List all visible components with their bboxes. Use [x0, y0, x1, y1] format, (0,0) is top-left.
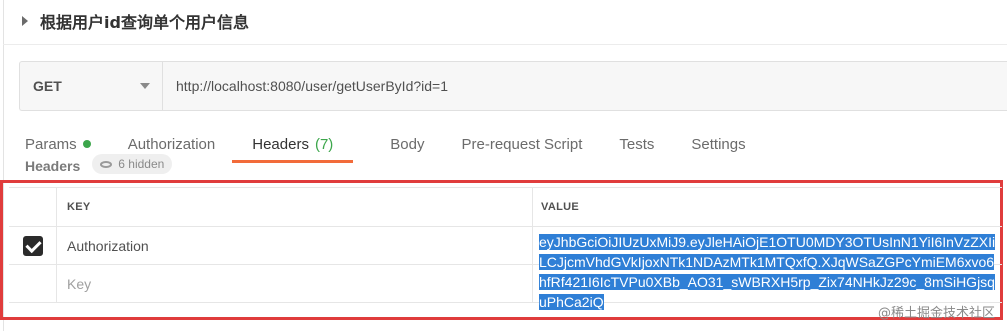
new-key-input[interactable]: Key [57, 265, 533, 302]
tab-tests[interactable]: Tests [619, 130, 654, 158]
checkbox-column-header [9, 188, 57, 226]
header-value-editor[interactable]: eyJhbGciOiJIUzUxMiJ9.eyJleHAiOjE1OTU0MDY… [531, 232, 999, 312]
url-input[interactable] [163, 62, 1007, 110]
headers-count-badge: (7) [314, 135, 334, 153]
new-row-checkbox-cell [9, 265, 57, 302]
request-title[interactable]: 根据用户id查询单个用户信息 [22, 8, 249, 34]
authorization-token-value: eyJhbGciOiJIUzUxMiJ9.eyJleHAiOjE1OTU0MDY… [539, 234, 996, 310]
params-status-dot [82, 140, 91, 148]
value-column-header: VALUE [541, 201, 579, 213]
row-checkbox-cell [9, 227, 57, 264]
request-title-text: 根据用户id查询单个用户信息 [40, 13, 249, 32]
tab-settings[interactable]: Settings [691, 130, 745, 158]
eye-icon [100, 160, 113, 168]
headers-subheader-title: Headers [25, 158, 81, 174]
headers-subheader: Headers 6 hidden [25, 154, 173, 174]
tab-body[interactable]: Body [390, 130, 424, 158]
key-column-header: KEY [57, 188, 533, 226]
expand-caret-icon[interactable] [22, 16, 28, 26]
method-select[interactable]: GET [20, 62, 163, 110]
watermark: @稀土掘金技术社区 [877, 306, 995, 321]
tab-headers[interactable]: Headers (7) [232, 130, 354, 163]
hidden-headers-toggle[interactable]: 6 hidden [92, 154, 173, 174]
table-header-row: KEY VALUE [9, 187, 1002, 227]
row-enabled-checkbox[interactable] [22, 235, 43, 256]
chevron-down-icon [140, 83, 150, 89]
method-label: GET [33, 78, 62, 94]
tab-pre-request-script[interactable]: Pre-request Script [462, 130, 583, 158]
url-bar: GET [19, 61, 1007, 111]
header-key-cell[interactable]: Authorization [57, 227, 533, 264]
title-divider [3, 44, 1007, 45]
